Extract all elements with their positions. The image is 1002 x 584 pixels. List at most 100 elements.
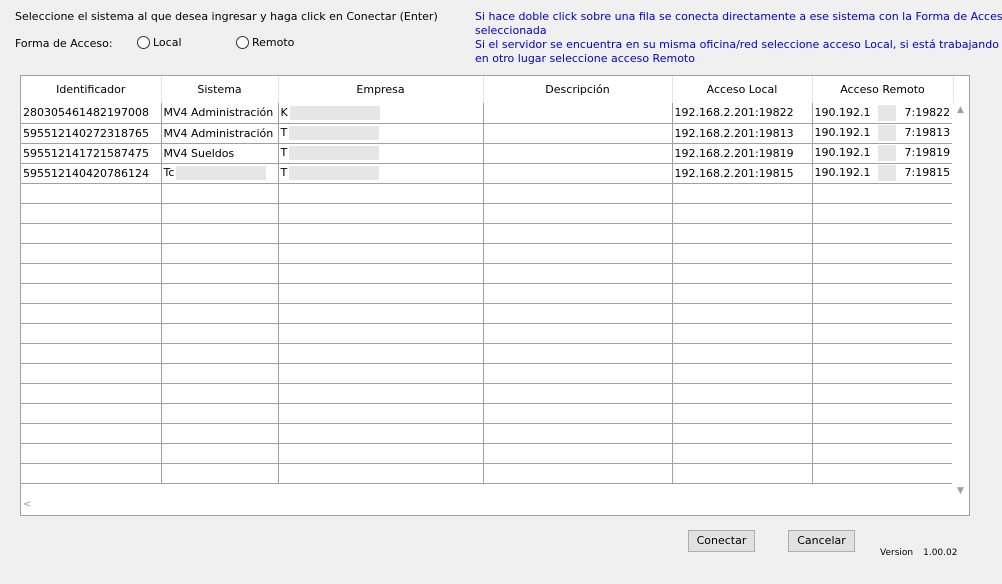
empty-cell: [278, 323, 484, 344]
table-row-empty[interactable]: [21, 303, 954, 324]
empty-cell: [672, 263, 813, 284]
redacted-block: [289, 146, 380, 160]
col-header-acceso-local[interactable]: Acceso Local: [672, 76, 813, 103]
empty-cell: [161, 203, 279, 224]
empty-cell: [161, 403, 279, 424]
table-row[interactable]: 595512140272318765 MV4 Administración T …: [21, 123, 954, 144]
systems-grid[interactable]: Identificador Sistema Empresa Descripció…: [20, 75, 970, 516]
cell-sistema: MV4 Administración: [161, 123, 279, 144]
cancel-button[interactable]: Cancelar: [788, 530, 855, 552]
col-header-identificador[interactable]: Identificador: [21, 76, 162, 103]
table-row-empty[interactable]: [21, 323, 954, 344]
table-row-empty[interactable]: [21, 383, 954, 404]
col-header-empresa[interactable]: Empresa: [278, 76, 484, 103]
table-row-empty[interactable]: [21, 183, 954, 204]
empty-cell: [278, 203, 484, 224]
cell-sistema: MV4 Administración: [161, 103, 279, 124]
empty-cell: [161, 323, 279, 344]
empty-cell: [812, 203, 954, 224]
empty-cell: [21, 343, 162, 364]
empty-cell: [672, 243, 813, 264]
cell-identificador: 595512141721587475: [21, 143, 162, 164]
radio-local[interactable]: Local: [137, 36, 182, 49]
table-row[interactable]: 595512140420786124 Tc T 192.168.2.201:19…: [21, 163, 954, 184]
cell-identificador: 595512140420786124: [21, 163, 162, 184]
empty-cell: [21, 463, 162, 484]
empty-cell: [812, 263, 954, 284]
radio-remoto-label: Remoto: [252, 36, 295, 49]
radio-local-label: Local: [153, 36, 182, 49]
instructions-text: Seleccione el sistema al que desea ingre…: [15, 10, 438, 23]
empty-cell: [278, 223, 484, 244]
scroll-down-icon[interactable]: ▼: [952, 484, 969, 498]
table-row-empty[interactable]: [21, 243, 954, 264]
table-row[interactable]: 595512141721587475 MV4 Sueldos T 192.168…: [21, 143, 954, 164]
empty-cell: [278, 403, 484, 424]
radio-circle-icon[interactable]: [236, 36, 249, 49]
empty-cell: [672, 403, 813, 424]
access-form-label: Forma de Acceso:: [15, 37, 113, 50]
cell-acceso-local: 192.168.2.201:19822: [672, 103, 813, 124]
cell-identificador: 595512140272318765: [21, 123, 162, 144]
connect-button[interactable]: Conectar: [688, 530, 755, 552]
empty-cell: [161, 223, 279, 244]
redacted-block: [289, 126, 380, 140]
empty-cell: [812, 443, 954, 464]
systems-table: Identificador Sistema Empresa Descripció…: [21, 76, 954, 484]
empty-cell: [483, 243, 673, 264]
table-row-empty[interactable]: [21, 423, 954, 444]
scroll-left-icon[interactable]: <: [23, 499, 31, 510]
horizontal-scrollbar[interactable]: <: [21, 498, 969, 515]
empty-cell: [672, 443, 813, 464]
empty-cell: [278, 463, 484, 484]
vertical-scrollbar[interactable]: ▲ ▼: [952, 103, 969, 498]
cell-acceso-local: 192.168.2.201:19819: [672, 143, 813, 164]
table-row-empty[interactable]: [21, 343, 954, 364]
table-row[interactable]: 280305461482197008 MV4 Administración K …: [21, 103, 954, 124]
table-row-empty[interactable]: [21, 403, 954, 424]
table-row-empty[interactable]: [21, 263, 954, 284]
table-row-empty[interactable]: [21, 463, 954, 484]
empty-cell: [483, 223, 673, 244]
empty-cell: [161, 243, 279, 264]
empty-cell: [21, 303, 162, 324]
info-line-2: seleccionada: [475, 24, 547, 37]
empty-cell: [672, 223, 813, 244]
col-header-sistema[interactable]: Sistema: [161, 76, 279, 103]
table-row-empty[interactable]: [21, 443, 954, 464]
empty-cell: [483, 363, 673, 384]
table-row-empty[interactable]: [21, 223, 954, 244]
col-header-acceso-remoto[interactable]: Acceso Remoto: [812, 76, 954, 103]
empty-cell: [812, 283, 954, 304]
table-row-empty[interactable]: [21, 283, 954, 304]
empty-cell: [21, 383, 162, 404]
empty-cell: [278, 383, 484, 404]
col-header-descripcion[interactable]: Descripción: [483, 76, 673, 103]
radio-remoto[interactable]: Remoto: [236, 36, 294, 49]
cell-descripcion: [483, 163, 673, 184]
version-label: Version: [880, 548, 914, 558]
empty-cell: [21, 283, 162, 304]
empty-cell: [672, 283, 813, 304]
table-row-empty[interactable]: [21, 203, 954, 224]
empty-cell: [161, 263, 279, 284]
redacted-block: [878, 145, 897, 161]
cell-acceso-remoto: 190.192.1 7:19819: [812, 143, 954, 164]
empty-cell: [278, 263, 484, 284]
redacted-block: [878, 125, 897, 141]
empty-cell: [21, 443, 162, 464]
cell-acceso-remoto: 190.192.1 7:19813: [812, 123, 954, 144]
scroll-up-icon[interactable]: ▲: [952, 103, 969, 117]
empty-cell: [483, 203, 673, 224]
cell-empresa: T: [278, 143, 484, 164]
empty-cell: [812, 223, 954, 244]
redacted-block: [176, 166, 267, 180]
empty-cell: [672, 383, 813, 404]
empty-cell: [672, 183, 813, 204]
empty-cell: [483, 403, 673, 424]
empty-cell: [21, 263, 162, 284]
empty-cell: [812, 463, 954, 484]
table-row-empty[interactable]: [21, 363, 954, 384]
radio-circle-icon[interactable]: [137, 36, 150, 49]
empty-cell: [161, 303, 279, 324]
